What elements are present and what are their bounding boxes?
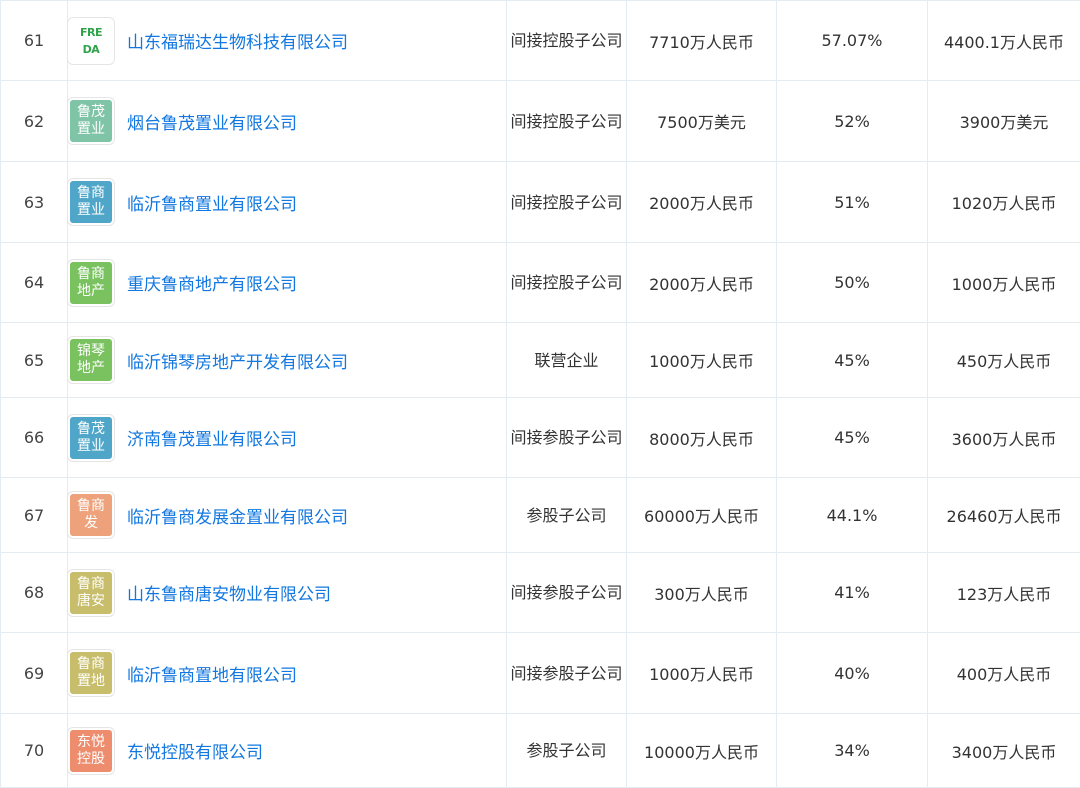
contribution-amount: 26460万人民币 [928,478,1080,553]
company-logo: 鲁商发 [68,492,114,538]
relation-type: 间接参股子公司 [507,398,627,478]
company-name-link[interactable]: 山东福瑞达生物科技有限公司 [127,28,348,53]
row-index: 68 [1,553,68,633]
company-logo: 锦琴地产 [68,337,114,383]
company-name-link[interactable]: 临沂鲁商置地有限公司 [127,661,297,686]
table-row: 70 东悦控股 东悦控股有限公司 参股子公司 10000万人民币 34% 340… [1,714,1080,788]
holding-ratio: 51% [777,162,928,243]
holding-ratio: 34% [777,714,928,788]
table-row: 64 鲁商地产 重庆鲁商地产有限公司 间接控股子公司 2000万人民币 50% … [1,243,1080,323]
table-row: 61 FREDA 山东福瑞达生物科技有限公司 间接控股子公司 7710万人民币 … [1,1,1080,81]
company-name-link[interactable]: 烟台鲁茂置业有限公司 [127,109,297,134]
holding-ratio: 45% [777,398,928,478]
company-name-link[interactable]: 山东鲁商唐安物业有限公司 [127,580,331,605]
registered-capital: 10000万人民币 [627,714,777,788]
company-cell: 鲁商置地 临沂鲁商置地有限公司 [68,633,507,714]
holding-ratio: 57.07% [777,1,928,81]
relation-type: 间接控股子公司 [507,81,627,162]
company-cell: 鲁茂置业 烟台鲁茂置业有限公司 [68,81,507,162]
row-index: 61 [1,1,68,81]
company-cell: 鲁商置业 临沂鲁商置业有限公司 [68,162,507,243]
company-logo: 鲁商地产 [68,260,114,306]
company-logo: 鲁茂置业 [68,98,114,144]
company-cell: 鲁商地产 重庆鲁商地产有限公司 [68,243,507,323]
registered-capital: 1000万人民币 [627,323,777,398]
holding-ratio: 40% [777,633,928,714]
company-name-link[interactable]: 重庆鲁商地产有限公司 [127,270,297,295]
company-cell: FREDA 山东福瑞达生物科技有限公司 [68,1,507,81]
registered-capital: 300万人民币 [627,553,777,633]
relation-type: 参股子公司 [507,478,627,553]
row-index: 66 [1,398,68,478]
company-name-link[interactable]: 济南鲁茂置业有限公司 [127,425,297,450]
row-index: 70 [1,714,68,788]
holding-ratio: 50% [777,243,928,323]
row-index: 63 [1,162,68,243]
registered-capital: 2000万人民币 [627,162,777,243]
table-row: 63 鲁商置业 临沂鲁商置业有限公司 间接控股子公司 2000万人民币 51% … [1,162,1080,243]
company-cell: 锦琴地产 临沂锦琴房地产开发有限公司 [68,323,507,398]
company-name-link[interactable]: 东悦控股有限公司 [127,738,263,763]
company-name-link[interactable]: 临沂锦琴房地产开发有限公司 [127,348,348,373]
company-logo: 鲁商唐安 [68,570,114,616]
relation-type: 间接控股子公司 [507,1,627,81]
row-index: 65 [1,323,68,398]
company-logo: 鲁商置地 [68,650,114,696]
contribution-amount: 1000万人民币 [928,243,1080,323]
holding-ratio: 41% [777,553,928,633]
registered-capital: 2000万人民币 [627,243,777,323]
contribution-amount: 400万人民币 [928,633,1080,714]
table-row: 65 锦琴地产 临沂锦琴房地产开发有限公司 联营企业 1000万人民币 45% … [1,323,1080,398]
holding-ratio: 44.1% [777,478,928,553]
company-logo: FREDA [68,18,114,64]
registered-capital: 60000万人民币 [627,478,777,553]
row-index: 69 [1,633,68,714]
investment-table: 61 FREDA 山东福瑞达生物科技有限公司 间接控股子公司 7710万人民币 … [0,0,1080,788]
registered-capital: 7710万人民币 [627,1,777,81]
relation-type: 间接控股子公司 [507,162,627,243]
row-index: 62 [1,81,68,162]
relation-type: 间接参股子公司 [507,553,627,633]
row-index: 64 [1,243,68,323]
holding-ratio: 45% [777,323,928,398]
holding-ratio: 52% [777,81,928,162]
table-row: 66 鲁茂置业 济南鲁茂置业有限公司 间接参股子公司 8000万人民币 45% … [1,398,1080,478]
contribution-amount: 4400.1万人民币 [928,1,1080,81]
contribution-amount: 3900万美元 [928,81,1080,162]
company-name-link[interactable]: 临沂鲁商置业有限公司 [127,190,297,215]
relation-type: 间接控股子公司 [507,243,627,323]
registered-capital: 1000万人民币 [627,633,777,714]
contribution-amount: 3600万人民币 [928,398,1080,478]
company-logo: 东悦控股 [68,728,114,774]
contribution-amount: 450万人民币 [928,323,1080,398]
company-cell: 鲁商唐安 山东鲁商唐安物业有限公司 [68,553,507,633]
company-cell: 鲁商发 临沂鲁商发展金置业有限公司 [68,478,507,553]
table-row: 67 鲁商发 临沂鲁商发展金置业有限公司 参股子公司 60000万人民币 44.… [1,478,1080,553]
table-row: 69 鲁商置地 临沂鲁商置地有限公司 间接参股子公司 1000万人民币 40% … [1,633,1080,714]
contribution-amount: 1020万人民币 [928,162,1080,243]
registered-capital: 8000万人民币 [627,398,777,478]
company-cell: 鲁茂置业 济南鲁茂置业有限公司 [68,398,507,478]
registered-capital: 7500万美元 [627,81,777,162]
company-logo: 鲁商置业 [68,179,114,225]
table-row: 68 鲁商唐安 山东鲁商唐安物业有限公司 间接参股子公司 300万人民币 41%… [1,553,1080,633]
contribution-amount: 123万人民币 [928,553,1080,633]
company-logo: 鲁茂置业 [68,415,114,461]
company-cell: 东悦控股 东悦控股有限公司 [68,714,507,788]
contribution-amount: 3400万人民币 [928,714,1080,788]
table-row: 62 鲁茂置业 烟台鲁茂置业有限公司 间接控股子公司 7500万美元 52% 3… [1,81,1080,162]
company-name-link[interactable]: 临沂鲁商发展金置业有限公司 [127,503,348,528]
relation-type: 参股子公司 [507,714,627,788]
relation-type: 间接参股子公司 [507,633,627,714]
relation-type: 联营企业 [507,323,627,398]
row-index: 67 [1,478,68,553]
table-body: 61 FREDA 山东福瑞达生物科技有限公司 间接控股子公司 7710万人民币 … [1,1,1080,788]
